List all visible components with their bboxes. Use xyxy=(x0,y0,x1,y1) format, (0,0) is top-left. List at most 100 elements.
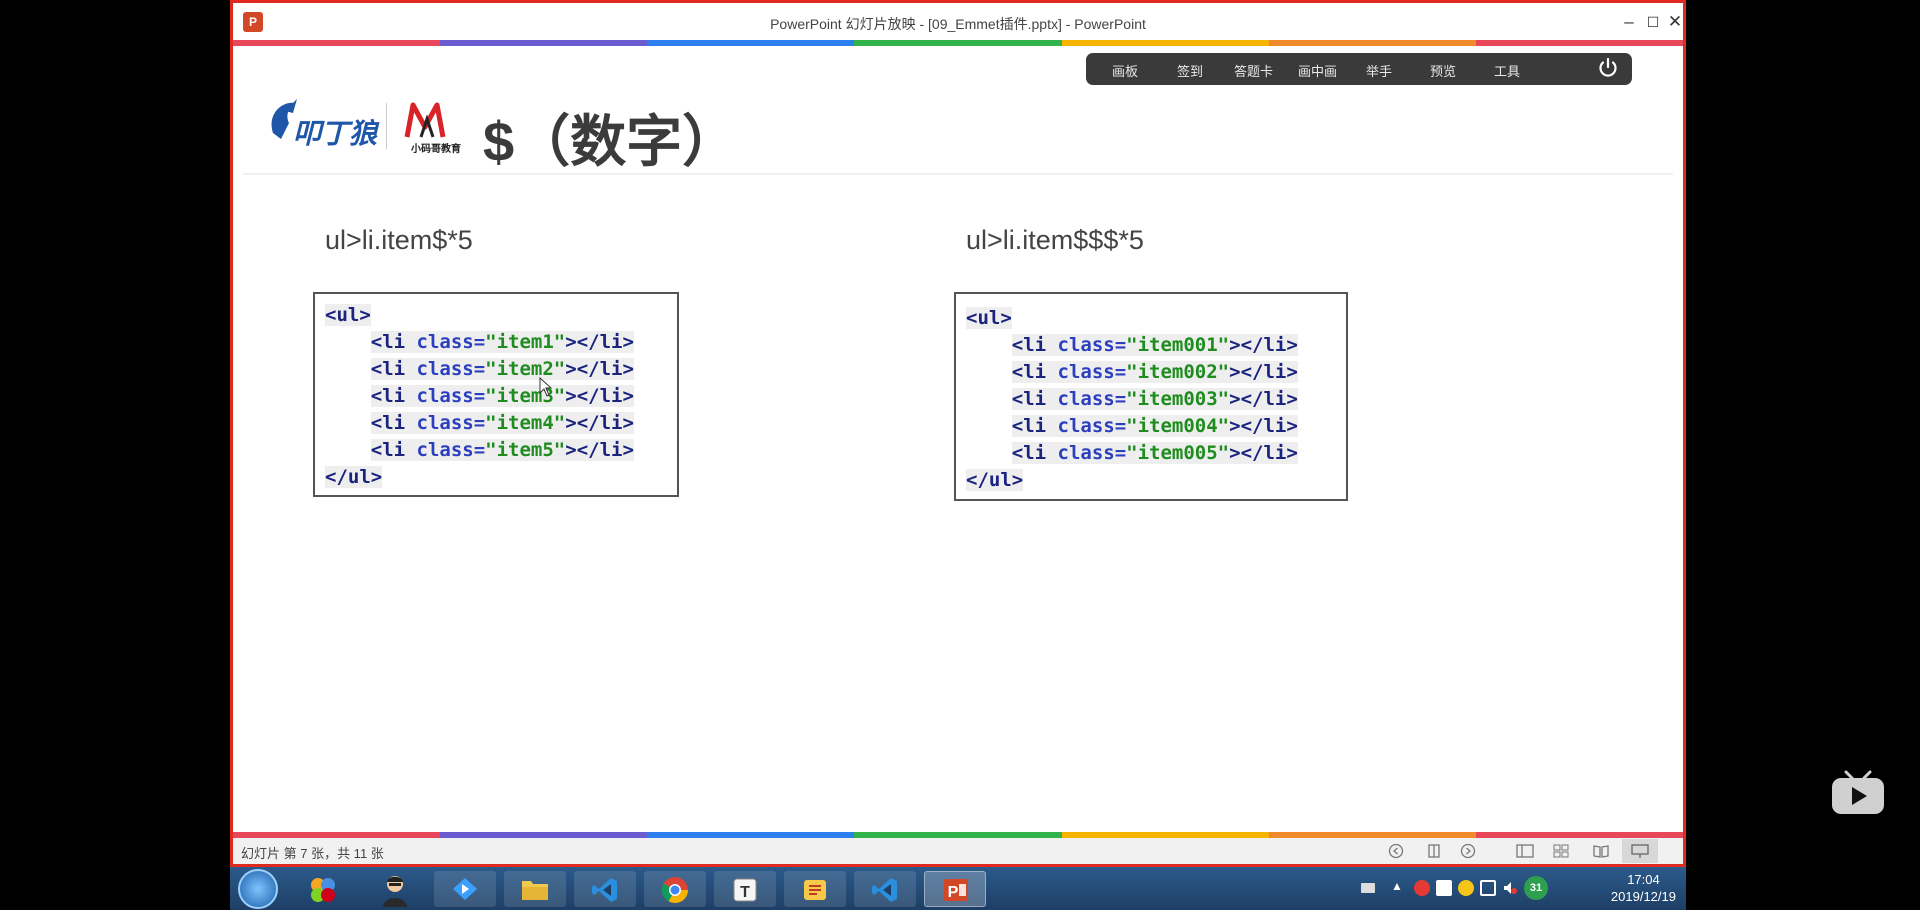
left-code: <ul> <li class="item1"></li> <li class="… xyxy=(325,302,634,491)
code-line: </ul> xyxy=(966,467,1298,494)
code-token: <li xyxy=(1011,415,1058,437)
code-token: <li xyxy=(1011,442,1058,464)
keyboard-icon[interactable] xyxy=(1360,881,1376,895)
code-line: <li class="item002"></li> xyxy=(966,359,1298,386)
power-icon[interactable] xyxy=(1596,56,1620,80)
taskbar-app-explorer[interactable] xyxy=(504,871,566,907)
code-token: "item004" xyxy=(1126,415,1230,437)
code-line-content: <ul> xyxy=(966,307,1012,329)
taskbar-app-powerpoint[interactable]: P xyxy=(924,871,986,907)
code-line: <li class="item5"></li> xyxy=(325,437,634,464)
code-line: <ul> xyxy=(966,305,1298,332)
code-line-content: <li class="item5"></li> xyxy=(370,439,634,461)
code-token: </ul> xyxy=(325,466,383,488)
right-label: ul>li.item$$$*5 xyxy=(966,225,1144,255)
koudinglang-logo: 叩丁狼 xyxy=(271,99,380,149)
taskbar-app-pinwheel[interactable] xyxy=(292,871,354,907)
stripe-segment xyxy=(1475,40,1683,46)
taskbar-app-chrome[interactable] xyxy=(644,871,706,907)
code-line: <li class="item1"></li> xyxy=(325,329,634,356)
slide-sorter-icon[interactable] xyxy=(1552,843,1570,859)
stripe-segment xyxy=(854,40,1062,46)
slideshow-view-button[interactable] xyxy=(1622,839,1658,863)
powerpoint-window: P PowerPoint 幻灯片放映 - [09_Emmet插件.pptx] -… xyxy=(230,0,1686,867)
code-token: class= xyxy=(416,412,486,434)
close-button[interactable]: ✕ xyxy=(1660,9,1690,35)
code-token: <li xyxy=(1011,388,1058,410)
toolbar-item-raise-hand[interactable]: 举手 xyxy=(1366,61,1392,80)
tray-flag-icon[interactable] xyxy=(1436,880,1452,896)
screen: P PowerPoint 幻灯片放映 - [09_Emmet插件.pptx] -… xyxy=(0,0,1920,910)
code-token: class= xyxy=(1057,442,1127,464)
code-token: class= xyxy=(1057,388,1127,410)
header-rule xyxy=(243,173,1673,175)
taskbar-app-avatar[interactable] xyxy=(364,871,426,907)
code-line: <li class="item004"></li> xyxy=(966,413,1298,440)
normal-view-icon[interactable] xyxy=(1516,843,1534,859)
code-token: "item3" xyxy=(485,385,566,407)
code-token: "item4" xyxy=(485,412,566,434)
svg-text:T: T xyxy=(740,884,750,901)
slide-menu-icon[interactable] xyxy=(1426,843,1442,859)
taskbar-app-xunlei[interactable] xyxy=(434,871,496,907)
code-token: class= xyxy=(416,358,486,380)
code-line: <li class="item001"></li> xyxy=(966,332,1298,359)
code-token: ></li> xyxy=(565,412,634,434)
reading-view-icon[interactable] xyxy=(1592,843,1610,859)
code-line: <li class="item4"></li> xyxy=(325,410,634,437)
toolbar-item-whiteboard[interactable]: 画板 xyxy=(1112,61,1138,80)
toolbar-item-tools[interactable]: 工具 xyxy=(1494,61,1520,80)
taskbar-app-xmind[interactable] xyxy=(784,871,846,907)
stripe-segment xyxy=(1268,40,1476,46)
code-token: "item1" xyxy=(485,331,566,353)
xiaomage-logo: 小码哥教育 xyxy=(404,102,461,155)
tray-volume-icon[interactable] xyxy=(1502,880,1518,896)
windows-taskbar: T P ▲ 31 17:04 2019/12/19 xyxy=(230,867,1686,910)
stripe-segment xyxy=(440,40,648,46)
code-line-content: <li class="item1"></li> xyxy=(370,331,634,353)
code-line-content: <li class="item3"></li> xyxy=(370,385,634,407)
code-line-content: <li class="item002"></li> xyxy=(1011,361,1298,383)
code-token: ></li> xyxy=(1229,334,1298,356)
code-line-content: </ul> xyxy=(966,469,1024,491)
code-token: <ul> xyxy=(325,304,371,326)
code-token: class= xyxy=(1057,361,1127,383)
logo-divider xyxy=(386,103,387,149)
title-bar[interactable]: P PowerPoint 幻灯片放映 - [09_Emmet插件.pptx] -… xyxy=(233,3,1683,41)
avatar-icon xyxy=(383,876,407,907)
taskbar-app-vscode-2[interactable] xyxy=(854,871,916,907)
slide-counter: 幻灯片 第 7 张，共 11 张 xyxy=(241,846,384,861)
taskbar-app-typora[interactable]: T xyxy=(714,871,776,907)
tray-badge-icon[interactable]: 31 xyxy=(1524,876,1548,900)
logo2-text: 小码哥教育 xyxy=(410,142,461,155)
tray-network-icon[interactable] xyxy=(1480,880,1496,896)
code-token: class= xyxy=(416,439,486,461)
toolbar-item-picture-in-picture[interactable]: 画中画 xyxy=(1298,61,1337,80)
code-token: ></li> xyxy=(565,331,634,353)
taskbar-app-vscode[interactable] xyxy=(574,871,636,907)
code-line-content: <li class="item2"></li> xyxy=(370,358,634,380)
tray-expand-icon[interactable]: ▲ xyxy=(1391,879,1403,893)
start-button[interactable] xyxy=(238,869,278,909)
previous-slide-icon[interactable] xyxy=(1388,843,1404,859)
xunlei-icon xyxy=(453,878,477,900)
presentation-toolbar: 画板 签到 答题卡 画中画 举手 预览 工具 xyxy=(1086,53,1632,85)
code-line-content: </ul> xyxy=(325,466,383,488)
vscode-icon xyxy=(592,878,617,902)
clock-time: 17:04 xyxy=(1627,872,1660,887)
code-line: <li class="item003"></li> xyxy=(966,386,1298,413)
code-token: "item002" xyxy=(1126,361,1230,383)
taskbar-clock[interactable]: 17:04 2019/12/19 xyxy=(1611,871,1676,905)
toolbar-item-answer-card[interactable]: 答题卡 xyxy=(1234,61,1273,80)
code-token: ></li> xyxy=(1229,388,1298,410)
slide-title: $（数字） xyxy=(483,110,739,173)
tray-record-icon[interactable] xyxy=(1414,880,1430,896)
code-token: <li xyxy=(370,412,417,434)
mouse-cursor-icon xyxy=(539,377,553,397)
code-token: <ul> xyxy=(966,307,1012,329)
toolbar-item-checkin[interactable]: 签到 xyxy=(1177,61,1203,80)
next-slide-icon[interactable] xyxy=(1460,843,1476,859)
toolbar-item-preview[interactable]: 预览 xyxy=(1430,61,1456,80)
code-token: class= xyxy=(416,331,486,353)
tray-app-icon[interactable] xyxy=(1458,880,1474,896)
